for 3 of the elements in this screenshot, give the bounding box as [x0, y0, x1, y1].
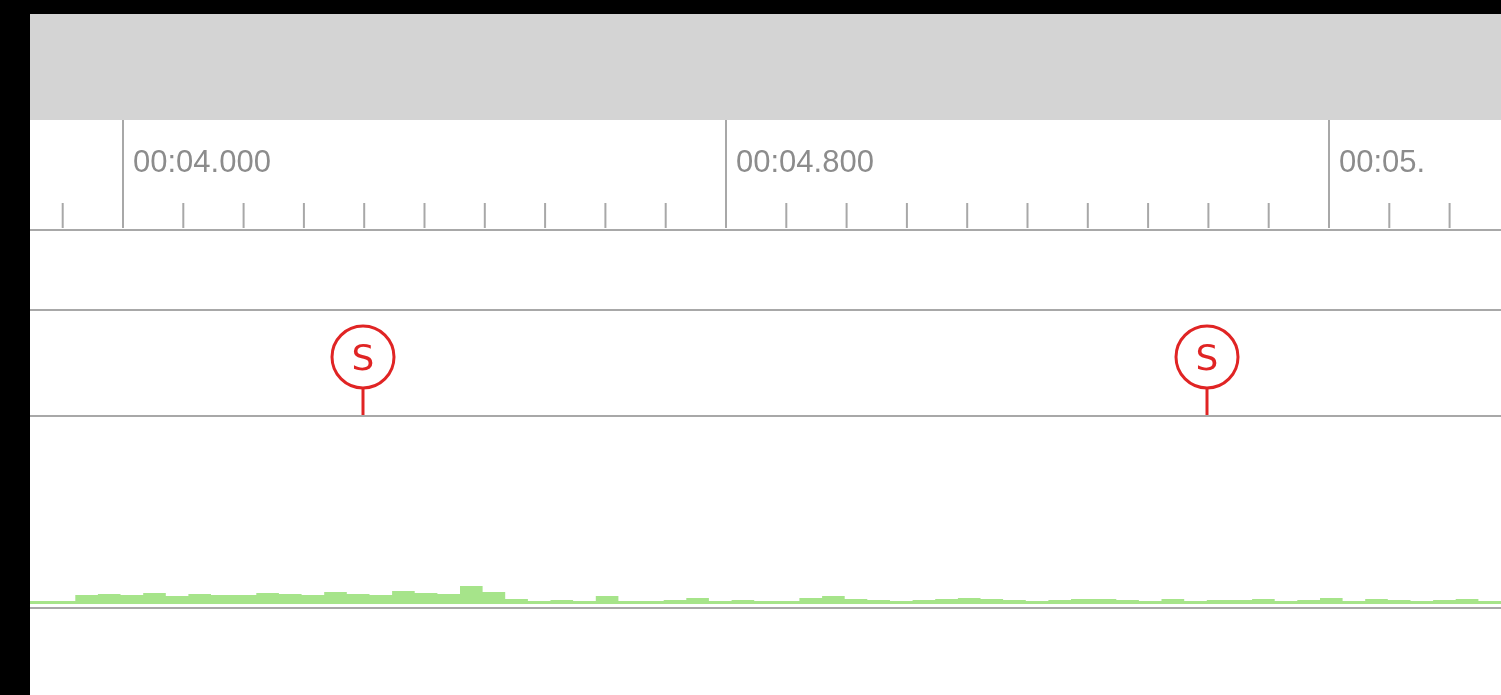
time-label: 00:04.000 — [133, 146, 271, 178]
time-label: 00:04.800 — [736, 146, 874, 178]
time-label: 00:05. — [1339, 146, 1426, 178]
